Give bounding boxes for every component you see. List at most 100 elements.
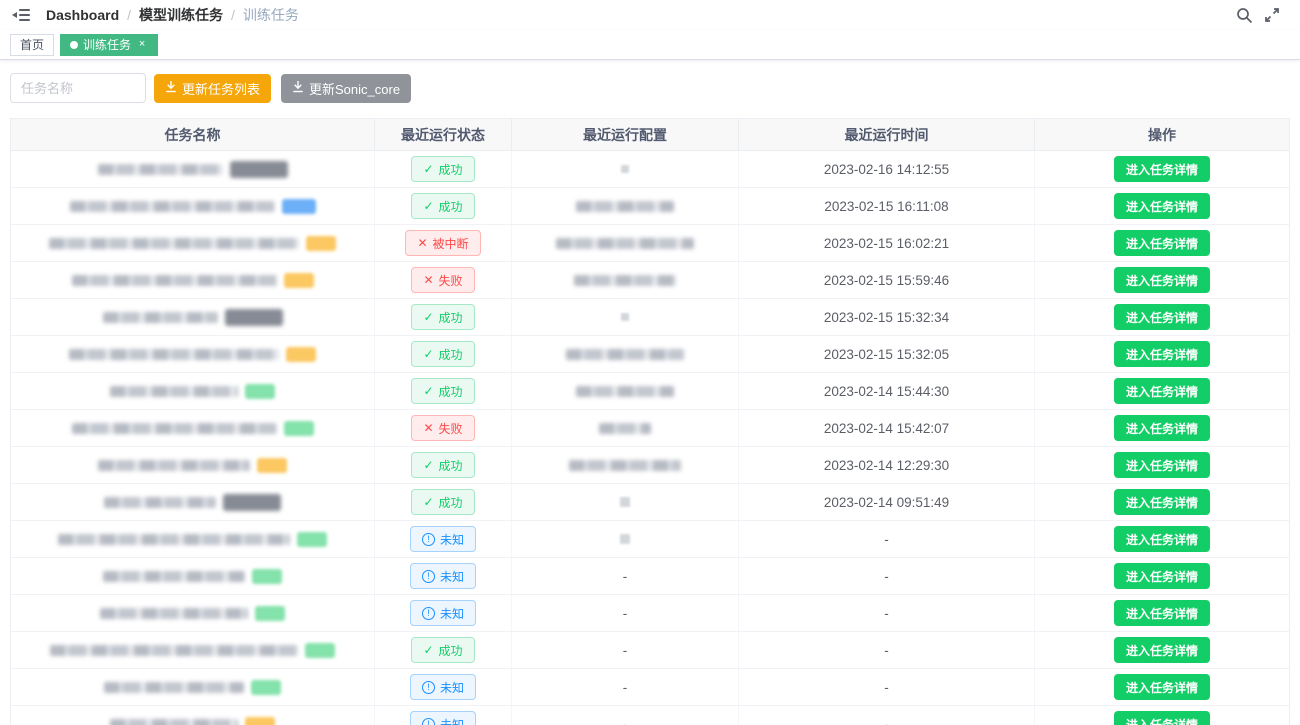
redacted-task-name bbox=[72, 275, 277, 286]
breadcrumb-item-model-training[interactable]: 模型训练任务 bbox=[139, 5, 223, 25]
enter-task-detail-button[interactable]: 进入任务详情 bbox=[1114, 378, 1210, 404]
enter-task-detail-button[interactable]: 进入任务详情 bbox=[1114, 452, 1210, 478]
fullscreen-icon[interactable] bbox=[1258, 3, 1286, 27]
task-tag-yellow bbox=[284, 273, 314, 288]
table-row: !未知--进入任务详情 bbox=[11, 706, 1289, 725]
tab-close-icon[interactable]: × bbox=[136, 39, 148, 51]
enter-task-detail-button[interactable]: 进入任务详情 bbox=[1114, 674, 1210, 700]
search-icon[interactable] bbox=[1230, 3, 1258, 27]
enter-task-detail-button[interactable]: 进入任务详情 bbox=[1114, 267, 1210, 293]
redacted-task-name bbox=[110, 719, 238, 725]
tab-training-tasks[interactable]: 训练任务 × bbox=[60, 34, 158, 56]
enter-task-detail-button[interactable]: 进入任务详情 bbox=[1114, 711, 1210, 725]
tab-home[interactable]: 首页 bbox=[10, 34, 54, 56]
redacted-config bbox=[556, 238, 694, 249]
status-cell: ✕失败 bbox=[375, 262, 512, 298]
enter-task-detail-button[interactable]: 进入任务详情 bbox=[1114, 230, 1210, 256]
redacted-config bbox=[599, 423, 651, 434]
run-time-cell: 2023-02-15 16:02:21 bbox=[739, 225, 1035, 261]
task-tag-green bbox=[251, 680, 281, 695]
run-time-cell: 2023-02-15 15:32:34 bbox=[739, 299, 1035, 335]
status-unknown-icon: ! bbox=[422, 570, 435, 583]
redacted-task-name bbox=[100, 608, 248, 619]
table-row: ✓成功 2023-02-15 15:32:34 进入任务详情 bbox=[11, 299, 1289, 336]
config-cell bbox=[512, 447, 739, 483]
update-sonic-core-button[interactable]: 更新Sonic_core bbox=[281, 74, 411, 103]
enter-task-detail-button[interactable]: 进入任务详情 bbox=[1114, 156, 1210, 182]
enter-task-detail-button[interactable]: 进入任务详情 bbox=[1114, 415, 1210, 441]
enter-task-detail-button[interactable]: 进入任务详情 bbox=[1114, 637, 1210, 663]
redacted-config-dot bbox=[621, 165, 629, 173]
status-success-icon: ✓ bbox=[423, 347, 433, 361]
enter-task-detail-button[interactable]: 进入任务详情 bbox=[1114, 341, 1210, 367]
status-unknown-icon: ! bbox=[422, 533, 435, 546]
run-time: - bbox=[884, 532, 889, 547]
enter-task-detail-button[interactable]: 进入任务详情 bbox=[1114, 489, 1210, 515]
redacted-config-dot bbox=[621, 313, 629, 321]
run-time-cell: - bbox=[739, 632, 1035, 668]
breadcrumb-item-dashboard[interactable]: Dashboard bbox=[46, 7, 119, 23]
status-label: 成功 bbox=[439, 309, 463, 326]
status-success-icon: ✓ bbox=[423, 162, 433, 176]
action-cell: 进入任务详情 bbox=[1035, 373, 1289, 409]
column-header-last-run-config: 最近运行配置 bbox=[512, 119, 739, 150]
config-cell: - bbox=[512, 706, 739, 725]
status-success-icon: ✓ bbox=[423, 458, 433, 472]
status-success-icon: ✓ bbox=[423, 384, 433, 398]
table-row: ✓成功2023-02-15 16:11:08进入任务详情 bbox=[11, 188, 1289, 225]
status-unknown-icon: ! bbox=[422, 681, 435, 694]
status-cell: ! 未知 bbox=[375, 521, 512, 557]
enter-task-detail-button[interactable]: 进入任务详情 bbox=[1114, 563, 1210, 589]
redacted-config bbox=[576, 386, 674, 397]
redacted-task-name bbox=[104, 497, 216, 508]
breadcrumb-separator: / bbox=[127, 7, 131, 23]
config-cell bbox=[512, 521, 739, 557]
task-name-cell bbox=[11, 225, 375, 261]
status-label: 未知 bbox=[440, 605, 464, 622]
task-tag-green bbox=[284, 421, 314, 436]
download-icon bbox=[165, 80, 177, 96]
run-time: 2023-02-15 16:02:21 bbox=[824, 236, 949, 251]
enter-task-detail-button[interactable]: 进入任务详情 bbox=[1114, 600, 1210, 626]
run-time-cell: 2023-02-15 15:59:46 bbox=[739, 262, 1035, 298]
task-name-cell bbox=[11, 410, 375, 446]
action-cell: 进入任务详情 bbox=[1035, 484, 1289, 520]
run-time: - bbox=[884, 680, 889, 695]
run-time: 2023-02-15 15:32:05 bbox=[824, 347, 949, 362]
redacted-task-name bbox=[69, 349, 279, 360]
table-row: ✕失败2023-02-14 15:42:07进入任务详情 bbox=[11, 410, 1289, 447]
status-success-icon: ✓ bbox=[423, 643, 433, 657]
breadcrumb: Dashboard / 模型训练任务 / 训练任务 bbox=[46, 5, 299, 25]
status-cell: ✓成功 bbox=[375, 188, 512, 224]
hamburger-icon[interactable] bbox=[10, 5, 32, 25]
task-name-cell bbox=[11, 262, 375, 298]
action-cell: 进入任务详情 bbox=[1035, 336, 1289, 372]
run-time-cell: 2023-02-14 09:51:49 bbox=[739, 484, 1035, 520]
redacted-config bbox=[566, 349, 684, 360]
status-label: 成功 bbox=[439, 346, 463, 363]
status-cell: !未知 bbox=[375, 706, 512, 725]
task-name-cell bbox=[11, 632, 375, 668]
enter-task-detail-button[interactable]: 进入任务详情 bbox=[1114, 304, 1210, 330]
task-name-search-input[interactable] bbox=[10, 73, 146, 103]
task-name-cell bbox=[11, 336, 375, 372]
action-cell: 进入任务详情 bbox=[1035, 262, 1289, 298]
status-label: 被中断 bbox=[433, 235, 469, 252]
redacted-task-name bbox=[103, 312, 218, 323]
status-cell: !未知 bbox=[375, 558, 512, 594]
update-task-list-button[interactable]: 更新任务列表 bbox=[154, 74, 271, 103]
table-body: ✓成功2023-02-16 14:12:55进入任务详情✓成功2023-02-1… bbox=[11, 151, 1289, 725]
enter-task-detail-button[interactable]: 进入任务详情 bbox=[1114, 526, 1210, 552]
table-row: ✕失败 2023-02-15 15:59:46 进入任务详情 bbox=[11, 262, 1289, 299]
task-tag-green bbox=[297, 532, 327, 547]
breadcrumb-separator: / bbox=[231, 7, 235, 23]
task-name-cell bbox=[11, 373, 375, 409]
main-content: 更新任务列表 更新Sonic_core 任务名称 最近运行状态 最近运行配置 最… bbox=[0, 60, 1300, 725]
status-cell: ✓成功 bbox=[375, 299, 512, 335]
status-badge-success: ✓ 成功 bbox=[411, 341, 474, 367]
enter-task-detail-button[interactable]: 进入任务详情 bbox=[1114, 193, 1210, 219]
config-cell: - bbox=[512, 669, 739, 705]
status-label: 未知 bbox=[440, 531, 464, 548]
column-header-last-run-status: 最近运行状态 bbox=[375, 119, 512, 150]
status-unknown-icon: ! bbox=[422, 607, 435, 620]
